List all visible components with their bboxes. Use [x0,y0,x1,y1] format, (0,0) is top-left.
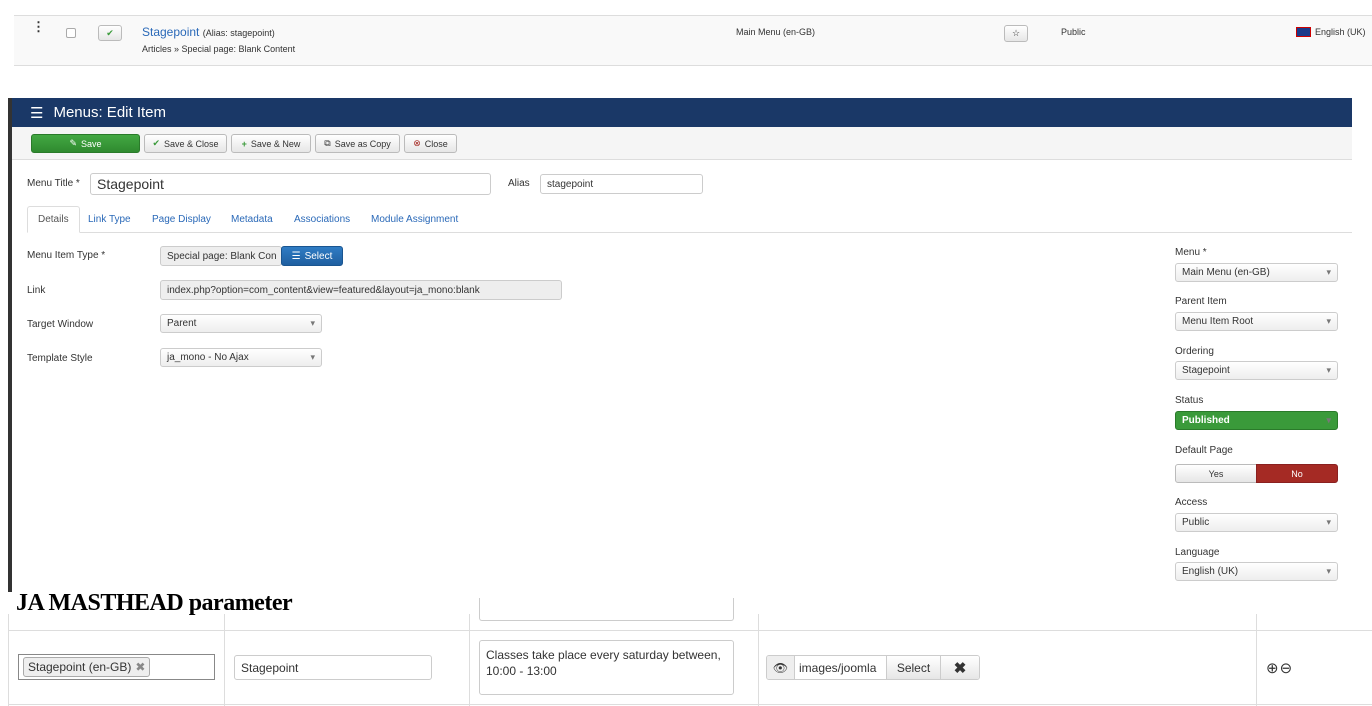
parent-item-select[interactable]: Menu Item Root [1175,312,1338,331]
access-label: Access [1175,497,1208,508]
target-window-select[interactable]: Parent [160,314,322,333]
masthead-title-input[interactable]: Stagepoint [234,655,432,680]
menu-title-input[interactable]: Stagepoint [90,173,491,195]
status-label: Status [1175,395,1204,406]
alias-input[interactable]: stagepoint [540,174,703,194]
publish-toggle-button[interactable]: ✔ [98,25,122,41]
previous-textarea[interactable] [479,598,734,621]
close-circle-icon: ⊗ [413,138,421,148]
clear-image-icon[interactable]: ✖ [940,656,979,679]
header-bar: ☰ Menus: Edit Item [12,98,1352,127]
default-no-button[interactable]: No [1256,464,1338,483]
tab-metadata[interactable]: Metadata [221,206,283,233]
page-title: Menus: Edit Item [53,104,166,121]
item-menu: Main Menu (en-GB) [736,27,816,37]
plus-icon: + [241,138,247,149]
menu-item-row [14,15,1372,66]
item-title-link[interactable]: Stagepoint [142,25,199,39]
save-copy-button[interactable]: ⧉ Save as Copy [315,134,400,153]
template-style-select[interactable]: ja_mono - No Ajax [160,348,322,367]
tab-module-assignment[interactable]: Module Assignment [361,206,468,233]
select-type-button[interactable]: ☰ Select [281,246,343,266]
parent-item-label: Parent Item [1175,296,1227,307]
tab-details[interactable]: Details [27,206,80,233]
tag-label: Stagepoint (en-GB) [28,660,132,674]
menu-select[interactable]: Main Menu (en-GB) [1175,263,1338,282]
row-checkbox[interactable] [66,28,76,38]
item-alias: (Alias: stagepoint) [202,28,275,38]
list-icon: ☰ [291,250,301,262]
item-subtitle: Articles » Special page: Blank Content [142,44,296,54]
link-field: index.php?option=com_content&view=featur… [160,280,562,300]
uk-flag-icon [1296,27,1311,37]
association-tag-input[interactable]: Stagepoint (en-GB) ✖ [18,654,215,680]
language-label: Language [1175,547,1220,558]
item-access: Public [1061,27,1086,37]
tab-link-type[interactable]: Link Type [78,206,141,233]
edit-icon: ✎ [69,138,78,148]
menu-item-type-field: Special page: Blank Con [160,246,282,266]
status-select[interactable]: Published [1175,411,1338,430]
close-button[interactable]: ⊗ Close [404,134,457,153]
image-select-button[interactable]: Select [886,656,940,679]
menu-item-type-label: Menu Item Type * [27,250,106,261]
image-field: 👁 images/joomla Select ✖ [766,655,980,680]
tab-page-display[interactable]: Page Display [142,206,221,233]
save-close-button[interactable]: ✔ Save & Close [144,134,227,153]
left-border [8,98,12,592]
alias-label: Alias [508,178,530,189]
item-language: English (UK) [1315,27,1366,37]
masthead-heading: JA MASTHEAD parameter [16,590,293,616]
list-icon: ☰ [30,104,44,122]
masthead-description-textarea[interactable]: Classes take place every saturday betwee… [479,640,734,695]
template-style-label: Template Style [27,353,93,364]
copy-icon: ⧉ [324,138,331,148]
remove-row-icon[interactable]: ⊖ [1280,660,1294,677]
link-label: Link [27,285,46,296]
check-icon: ✔ [152,138,160,148]
save-button[interactable]: ✎ Save [31,134,140,153]
language-select[interactable]: English (UK) [1175,562,1338,581]
preview-eye-icon[interactable]: 👁 [767,656,795,679]
target-window-label: Target Window [27,319,94,330]
tab-associations[interactable]: Associations [284,206,360,233]
save-new-button[interactable]: + Save & New [231,134,311,153]
default-yes-button[interactable]: Yes [1175,464,1257,483]
home-star-button[interactable]: ☆ [1004,25,1028,42]
remove-tag-icon[interactable]: ✖ [135,660,145,674]
menu-title-label: Menu Title * [27,178,80,189]
default-page-label: Default Page [1175,445,1233,456]
add-row-icon[interactable]: ⊕ [1266,660,1280,677]
access-select[interactable]: Public [1175,513,1338,532]
menu-label: Menu * [1175,247,1207,258]
ordering-select[interactable]: Stagepoint [1175,361,1338,380]
drag-handle-icon[interactable]: ⋮ [32,20,45,33]
image-path: images/joomla [799,660,877,675]
ordering-label: Ordering [1175,346,1214,357]
